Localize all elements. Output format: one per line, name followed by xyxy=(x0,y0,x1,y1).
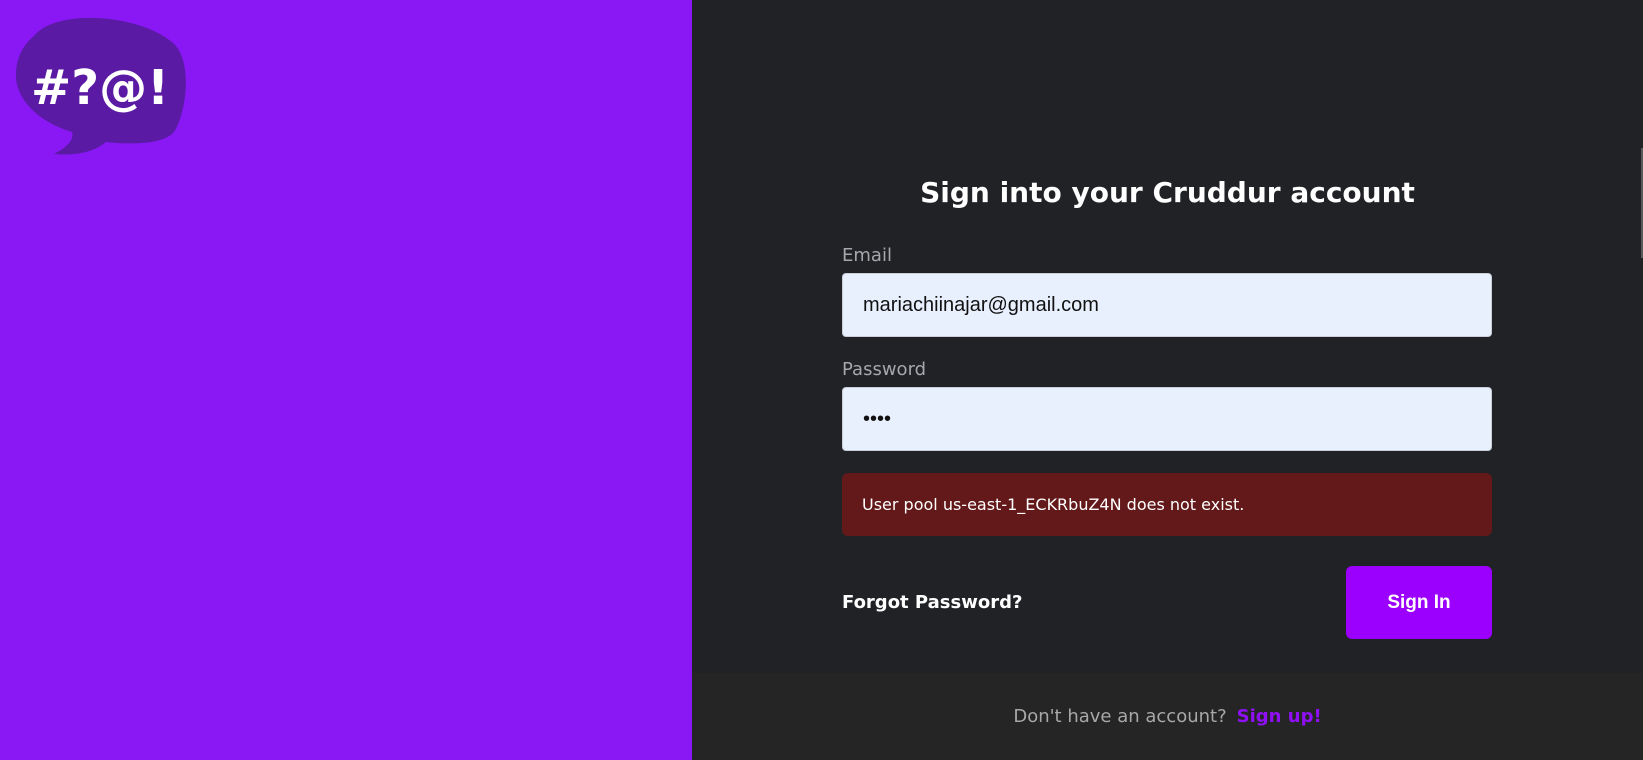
forgot-password-link[interactable]: Forgot Password? xyxy=(842,592,1022,613)
password-field[interactable] xyxy=(842,387,1492,451)
login-form-area: Sign into your Cruddur account Email Pas… xyxy=(692,0,1643,673)
login-form: Email Password User pool us-east-1_ECKRb… xyxy=(842,245,1492,639)
page-title: Sign into your Cruddur account xyxy=(920,176,1415,209)
email-field-group: Email xyxy=(842,245,1492,337)
login-panel: Sign into your Cruddur account Email Pas… xyxy=(692,0,1643,760)
email-label: Email xyxy=(842,245,892,266)
cruddur-logo: #?@! xyxy=(15,17,186,155)
sign-in-button[interactable]: Sign In xyxy=(1346,566,1492,639)
signup-prompt: Don't have an account? xyxy=(1013,706,1227,727)
form-actions: Forgot Password? Sign In xyxy=(842,566,1492,639)
error-message: User pool us-east-1_ECKRbuZ4N does not e… xyxy=(842,473,1492,536)
password-field-group: Password xyxy=(842,359,1492,451)
signup-footer: Don't have an account? Sign up! xyxy=(692,673,1643,760)
password-label: Password xyxy=(842,359,927,380)
sign-in-page: #?@! Sign into your Cruddur account Emai… xyxy=(0,0,1643,760)
logo-text: #?@! xyxy=(31,60,169,116)
email-field[interactable] xyxy=(842,273,1492,337)
brand-panel: #?@! xyxy=(0,0,692,760)
sign-up-link[interactable]: Sign up! xyxy=(1237,706,1322,727)
